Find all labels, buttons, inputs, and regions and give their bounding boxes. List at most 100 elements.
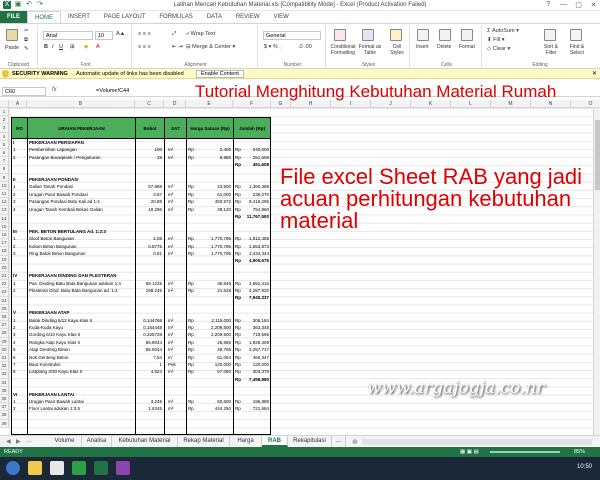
row-header[interactable]: 16 — [0, 231, 9, 240]
indent-icon[interactable]: ⇤ ⇥ — [172, 44, 183, 50]
vertical-scrollbar[interactable] — [593, 108, 600, 435]
app-icon[interactable] — [116, 461, 130, 475]
row-header[interactable]: 15 — [0, 222, 9, 231]
media-icon[interactable] — [50, 461, 64, 475]
row-header[interactable]: 26 — [0, 313, 9, 322]
tab-page-layout[interactable]: PAGE LAYOUT — [97, 11, 152, 23]
merge-center-button[interactable]: ⊟ Merge & Center ▾ — [186, 44, 235, 50]
format-button[interactable]: Format — [459, 44, 475, 50]
zoom-slider[interactable] — [490, 451, 560, 453]
row-header[interactable]: 31 — [0, 354, 9, 363]
row-header[interactable]: 18 — [0, 247, 9, 256]
row-header[interactable]: 19 — [0, 255, 9, 264]
format-table-icon[interactable] — [362, 29, 374, 41]
delete-cells-icon[interactable] — [439, 29, 451, 41]
grow-font-icon[interactable]: A▲ — [116, 31, 125, 37]
column-header-a[interactable]: A — [9, 100, 27, 108]
fill-button[interactable]: ⬇ Fill ▾ — [487, 37, 504, 43]
row-header[interactable]: 5 — [0, 140, 9, 149]
row-header[interactable]: 35 — [0, 386, 9, 395]
row-header[interactable]: 32 — [0, 362, 9, 371]
sheet-tab-more[interactable]: ... — [332, 436, 346, 447]
font-name-select[interactable]: Arial — [43, 31, 93, 40]
row-header[interactable]: 11 — [0, 190, 9, 199]
left-align-icon[interactable]: ≡ ≡ ≡ — [138, 44, 151, 50]
sort-filter-button[interactable]: Sort & Filter — [540, 44, 562, 56]
tab-file[interactable]: FILE — [0, 11, 27, 23]
row-header[interactable]: 33 — [0, 370, 9, 379]
accounting-icon[interactable]: $ ▾ % , — [264, 44, 281, 50]
row-header[interactable]: 25 — [0, 304, 9, 313]
delete-button[interactable]: Delete — [437, 44, 451, 50]
tab-data[interactable]: DATA — [200, 11, 229, 23]
horizontal-scrollbar[interactable] — [362, 439, 592, 445]
insert-cells-icon[interactable] — [417, 29, 429, 41]
enable-content-button[interactable]: Enable Content — [196, 70, 244, 78]
row-header[interactable]: 36 — [0, 395, 9, 404]
sheet-tab-rekap-material[interactable]: Rekap Material — [178, 436, 230, 447]
minimize-icon[interactable]: — — [559, 1, 568, 9]
select-all-corner[interactable] — [0, 100, 9, 108]
find-select-button[interactable]: Find & Select — [566, 44, 588, 56]
row-header[interactable]: 13 — [0, 206, 9, 215]
excel-taskbar-icon[interactable] — [94, 461, 108, 475]
column-header-d[interactable]: D — [164, 100, 186, 108]
format-cells-icon[interactable] — [461, 29, 473, 41]
column-header-b[interactable]: B — [27, 100, 135, 108]
view-buttons[interactable]: ▦ ▣ ▤ — [460, 449, 479, 455]
row-header[interactable]: 37 — [0, 403, 9, 412]
copy-icon[interactable]: ⧉ — [24, 37, 28, 44]
autosum-button[interactable]: Σ AutoSum ▾ — [487, 28, 519, 34]
row-header[interactable]: 23 — [0, 288, 9, 297]
wrap-text-button[interactable]: ⤶ Wrap Text — [186, 31, 215, 38]
bold-button[interactable]: B — [44, 44, 48, 50]
tab-view[interactable]: VIEW — [267, 11, 296, 23]
cell-styles-icon[interactable] — [390, 29, 402, 41]
number-format-select[interactable]: General — [263, 31, 321, 40]
add-sheet-icon[interactable]: ⊕ — [352, 438, 358, 446]
row-header[interactable]: 30 — [0, 345, 9, 354]
row-header[interactable]: 3 — [0, 124, 9, 133]
font-size-select[interactable]: 10 — [95, 31, 113, 40]
italic-button[interactable]: I — [52, 44, 54, 50]
prev-sheet-icon[interactable]: ◀ — [6, 438, 11, 445]
formula-input[interactable]: =Volume!C44 — [96, 88, 129, 94]
font-color-icon[interactable]: A — [96, 44, 100, 50]
format-table-button[interactable]: Format as Table — [358, 44, 382, 56]
sheet-tab-kebutuhan-material[interactable]: Kebutuhan Material — [112, 436, 178, 447]
row-header[interactable]: 17 — [0, 239, 9, 248]
explorer-icon[interactable] — [28, 461, 42, 475]
fx-icon[interactable]: fx — [52, 87, 57, 93]
conditional-formatting-icon[interactable] — [334, 29, 346, 41]
sheet-tab-analisa[interactable]: Analisa — [82, 436, 112, 447]
start-icon[interactable] — [6, 461, 20, 475]
close-icon[interactable]: ✕ — [592, 70, 597, 77]
find-select-icon[interactable] — [570, 29, 582, 41]
next-sheet-icon[interactable]: ▶ — [16, 438, 21, 445]
borders-icon[interactable]: ⊞ — [70, 44, 75, 50]
row-header[interactable]: 22 — [0, 280, 9, 289]
row-header[interactable]: 27 — [0, 321, 9, 330]
row-header[interactable]: 7 — [0, 157, 9, 166]
cut-icon[interactable]: ✂ — [24, 28, 29, 34]
row-header[interactable]: 21 — [0, 272, 9, 281]
sheet-tab-rekapitulasi[interactable]: Rekapitulasi — [288, 436, 332, 447]
row-header[interactable]: 24 — [0, 296, 9, 305]
sheet-tab-harga[interactable]: Harga — [230, 436, 262, 447]
row-header[interactable]: 20 — [0, 263, 9, 272]
row-header[interactable]: 10 — [0, 181, 9, 190]
help-icon[interactable]: ? — [544, 1, 553, 9]
more-sheets-icon[interactable]: … — [26, 438, 32, 444]
row-header[interactable]: 8 — [0, 165, 9, 174]
top-align-icon[interactable]: ≡ ≡ ≡ — [138, 31, 151, 37]
row-header[interactable]: 29 — [0, 337, 9, 346]
tab-insert[interactable]: INSERT — [61, 11, 97, 23]
fill-color-icon[interactable]: ◆ — [84, 44, 88, 50]
sheet-tab-volume[interactable]: Volume — [48, 436, 82, 447]
tab-review[interactable]: REVIEW — [229, 11, 267, 23]
paste-button[interactable]: Paste — [5, 45, 19, 51]
row-header[interactable]: 1 — [0, 108, 9, 117]
maximize-icon[interactable]: ▢ — [574, 1, 583, 9]
row-header[interactable]: 14 — [0, 214, 9, 223]
row-header[interactable]: 34 — [0, 378, 9, 387]
